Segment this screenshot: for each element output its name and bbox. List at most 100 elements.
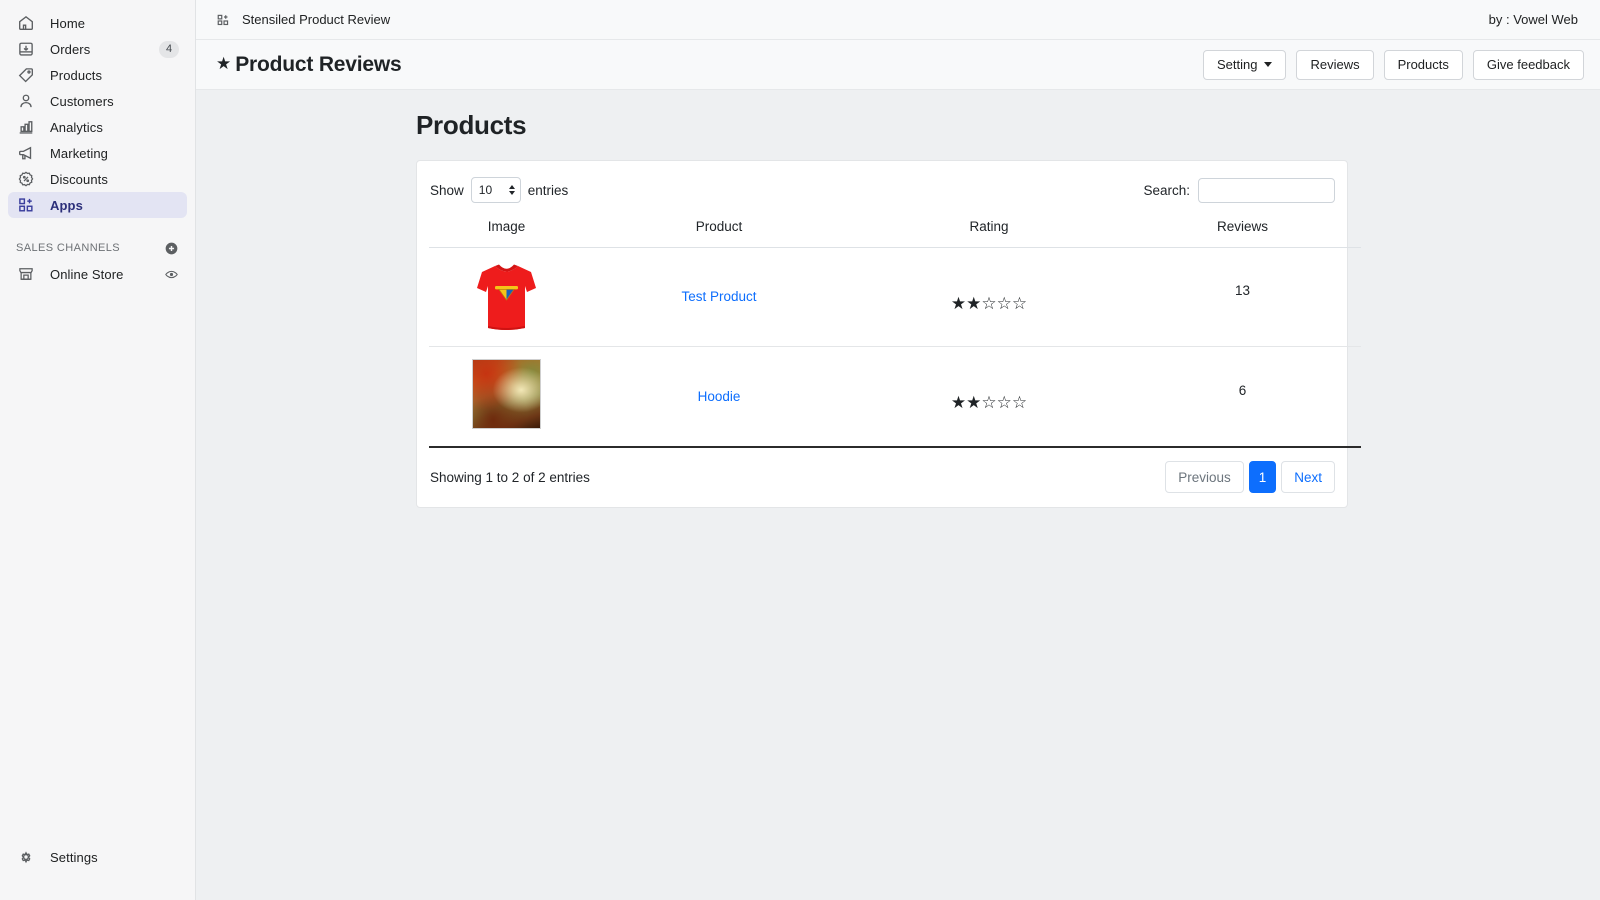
sales-channels-title: SALES CHANNELS [16, 242, 121, 254]
sidebar-item-apps[interactable]: Apps [8, 192, 187, 218]
sidebar-item-online-store[interactable]: Online Store [8, 261, 187, 287]
search-input[interactable] [1198, 177, 1335, 203]
sidebar-item-label: Customers [50, 93, 114, 109]
cell-image [429, 346, 584, 448]
products-table: Image Product Rating Reviews Test Produc… [429, 219, 1361, 448]
customers-icon [16, 91, 36, 111]
product-thumbnail-red-tshirt [475, 260, 538, 333]
page-length-select-wrap: 10 25 50 100 [470, 177, 521, 203]
pagination: Previous 1 Next [1165, 461, 1335, 493]
cell-reviews: 13 [1124, 247, 1361, 347]
sidebar-item-settings[interactable]: Settings [8, 844, 187, 870]
store-icon [16, 264, 36, 284]
table-controls: Show 10 25 50 100 [429, 177, 1335, 203]
page-title-group: ★ Product Reviews [216, 52, 402, 77]
analytics-icon [16, 117, 36, 137]
products-table-card: Show 10 25 50 100 [416, 160, 1361, 508]
showing-entries-text: Showing 1 to 2 of 2 entries [430, 469, 590, 485]
sidebar-item-label: Settings [50, 849, 98, 865]
previous-page-button[interactable]: Previous [1165, 461, 1244, 493]
sidebar: Home Orders 4 Products Customers Analyti… [0, 0, 196, 900]
sidebar-item-label: Discounts [50, 171, 108, 187]
sidebar-item-customers[interactable]: Customers [8, 88, 187, 114]
app-name: Stensiled Product Review [242, 12, 391, 27]
table-row: Hoodie ★★☆☆☆ 6 [429, 346, 1361, 448]
cell-image [429, 247, 584, 347]
marketing-icon [16, 143, 36, 163]
sidebar-item-label: Products [50, 67, 103, 83]
product-link[interactable]: Test Product [681, 289, 756, 304]
rating-stars: ★★☆☆☆ [950, 293, 1028, 313]
sidebar-item-label: Orders [50, 41, 91, 57]
product-link[interactable]: Hoodie [698, 389, 741, 404]
sidebar-item-label: Analytics [50, 119, 103, 135]
product-thumbnail-autumn-photo [472, 359, 541, 429]
section-heading: Products [416, 110, 527, 140]
sidebar-item-label: Home [50, 15, 86, 31]
reviews-count: 13 [1234, 283, 1251, 298]
plus-circle-icon[interactable] [164, 241, 179, 256]
column-header-reviews: Reviews [1124, 219, 1361, 248]
sidebar-item-marketing[interactable]: Marketing [8, 140, 187, 166]
reviews-count: 6 [1238, 382, 1247, 398]
orders-badge: 4 [159, 40, 179, 58]
setting-button-label: Setting [1216, 57, 1258, 72]
cell-rating: ★★☆☆☆ [854, 346, 1124, 448]
apps-icon [16, 195, 36, 215]
reviews-button[interactable]: Reviews [1296, 49, 1374, 80]
setting-dropdown-button[interactable]: Setting [1202, 49, 1287, 80]
table-row: Test Product ★★☆☆☆ 13 [429, 247, 1361, 347]
sidebar-item-analytics[interactable]: Analytics [8, 114, 187, 140]
products-button[interactable]: Products [1383, 49, 1463, 80]
column-header-image: Image [429, 219, 584, 248]
gear-icon [16, 847, 36, 867]
cell-reviews: 6 [1124, 346, 1361, 448]
page-title: Product Reviews [235, 52, 402, 76]
give-feedback-button[interactable]: Give feedback [1472, 49, 1584, 80]
sidebar-item-home[interactable]: Home [8, 10, 187, 36]
discounts-icon [16, 169, 36, 189]
column-header-rating: Rating [854, 219, 1124, 248]
column-header-product: Product [584, 219, 854, 248]
topbar-app-identity: Stensiled Product Review [216, 12, 390, 27]
sidebar-item-discounts[interactable]: Discounts [8, 166, 187, 192]
app-credit: by : Vowel Web [1488, 12, 1578, 27]
sales-channels-header: SALES CHANNELS [8, 235, 187, 261]
entries-label: entries [527, 182, 569, 198]
products-icon [16, 65, 36, 85]
table-body: Test Product ★★☆☆☆ 13 Hoodie ★★☆☆☆ 6 [429, 247, 1361, 448]
home-icon [16, 13, 36, 33]
page-length-control: Show 10 25 50 100 [430, 177, 568, 203]
star-filled-icon: ★ [216, 54, 232, 73]
table-header-row: Image Product Rating Reviews [429, 219, 1361, 248]
cell-product: Test Product [584, 247, 854, 347]
app-root: Home Orders 4 Products Customers Analyti… [0, 0, 1600, 900]
content-column: Products Show 10 25 50 100 [416, 110, 1361, 508]
sidebar-item-label: Apps [50, 197, 83, 213]
orders-icon [16, 39, 36, 59]
sidebar-item-products[interactable]: Products [8, 62, 187, 88]
sidebar-item-orders[interactable]: Orders 4 [8, 36, 187, 62]
cell-rating: ★★☆☆☆ [854, 247, 1124, 347]
main-area: Stensiled Product Review by : Vowel Web … [196, 0, 1600, 900]
page-length-select[interactable]: 10 25 50 100 [470, 177, 521, 203]
table-head: Image Product Rating Reviews [429, 219, 1361, 248]
sidebar-item-label: Online Store [50, 266, 124, 282]
page-actions: Setting Reviews Products Give feedback [1202, 49, 1584, 80]
page-header-bar: ★ Product Reviews Setting Reviews Produc… [196, 40, 1600, 90]
rating-stars: ★★☆☆☆ [950, 393, 1028, 412]
page-content: Products Show 10 25 50 100 [196, 90, 1600, 900]
chevron-down-icon [1264, 62, 1273, 67]
page-1-button[interactable]: 1 [1248, 461, 1277, 493]
next-page-button[interactable]: Next [1281, 461, 1335, 493]
sidebar-item-label: Marketing [50, 145, 108, 161]
apps-icon [216, 13, 230, 27]
eye-icon[interactable] [164, 267, 179, 282]
search-label: Search: [1143, 182, 1190, 198]
search-control: Search: [1143, 177, 1335, 203]
cell-product: Hoodie [584, 346, 854, 448]
app-topbar: Stensiled Product Review by : Vowel Web [196, 0, 1600, 40]
sidebar-bottom: Settings [0, 844, 195, 900]
